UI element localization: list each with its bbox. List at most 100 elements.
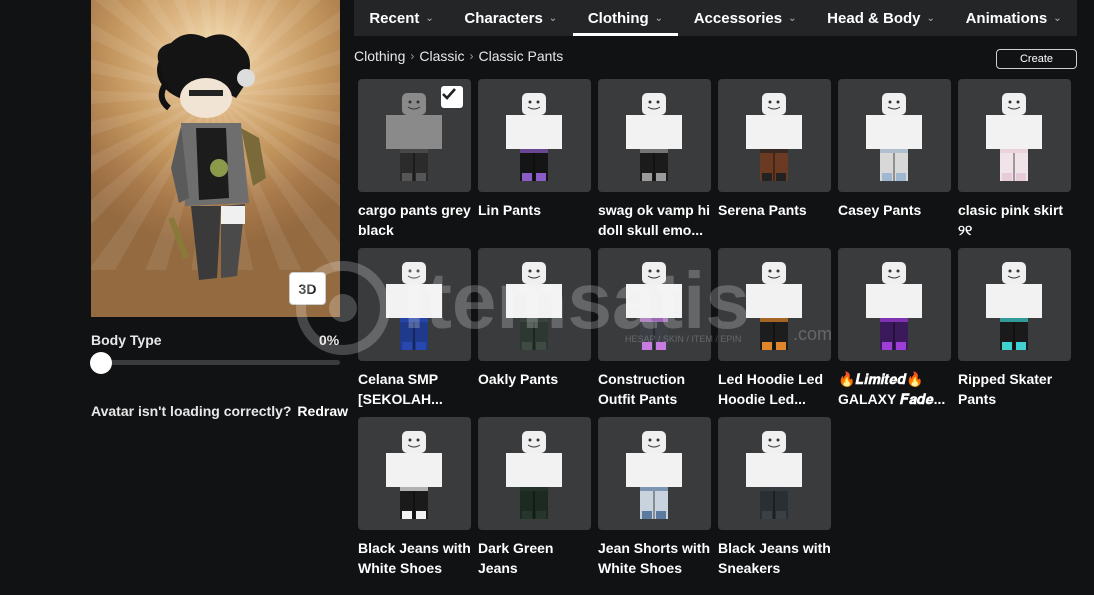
item-name[interactable]: Serena Pants bbox=[718, 200, 834, 220]
item-thumbnail[interactable] bbox=[718, 417, 831, 530]
body-type-value: 0% bbox=[319, 332, 340, 348]
item-name[interactable]: Jean Shorts with White Shoes bbox=[598, 538, 714, 578]
item-name[interactable]: clasic pink skirt ୨୧ bbox=[958, 200, 1074, 240]
item-name[interactable]: Black Jeans with Sneakers bbox=[718, 538, 834, 578]
item-name[interactable]: Celana SMP [SEKOLAH... bbox=[358, 369, 474, 409]
tab-label: Clothing bbox=[587, 9, 649, 27]
tab-accessories[interactable]: Accessories ⌄ bbox=[678, 0, 811, 36]
item-card[interactable]: Oakly Pants bbox=[478, 248, 591, 389]
avatar-thumbnail-icon bbox=[386, 262, 442, 350]
item-name[interactable]: Casey Pants bbox=[838, 200, 954, 220]
item-card[interactable]: Ripped Skater Pants bbox=[958, 248, 1071, 409]
avatar-loading-message: Avatar isn't loading correctly? Redraw bbox=[91, 403, 348, 419]
avatar-thumbnail-icon bbox=[626, 262, 682, 350]
body-type-slider-track[interactable] bbox=[91, 360, 340, 365]
item-name[interactable]: Dark Green Jeans bbox=[478, 538, 594, 578]
breadcrumb-item[interactable]: Clothing bbox=[354, 48, 405, 64]
item-card[interactable]: Black Jeans with White Shoes bbox=[358, 417, 471, 578]
chevron-right-icon: › bbox=[469, 49, 474, 63]
item-thumbnail[interactable] bbox=[358, 248, 471, 361]
item-card[interactable]: Lin Pants bbox=[478, 79, 591, 220]
item-name[interactable]: swag ok vamp hi doll skull emo... bbox=[598, 200, 714, 240]
item-card[interactable]: swag ok vamp hi doll skull emo... bbox=[598, 79, 711, 240]
avatar-thumbnail-icon bbox=[506, 262, 562, 350]
body-type-label: Body Type bbox=[91, 332, 162, 348]
chevron-down-icon: ⌄ bbox=[654, 12, 664, 24]
item-thumbnail[interactable] bbox=[598, 79, 711, 192]
loading-msg-text: Avatar isn't loading correctly? bbox=[91, 403, 292, 419]
avatar-thumbnail-icon bbox=[866, 262, 922, 350]
view-3d-button[interactable]: 3D bbox=[289, 272, 326, 305]
item-thumbnail[interactable] bbox=[478, 417, 591, 530]
item-thumbnail[interactable] bbox=[838, 79, 951, 192]
create-button[interactable]: Create bbox=[996, 49, 1077, 69]
avatar-thumbnail-icon bbox=[506, 93, 562, 181]
item-name[interactable]: Led Hoodie Led Hoodie Led... bbox=[718, 369, 834, 409]
tab-label: Accessories bbox=[693, 9, 783, 27]
chevron-right-icon: › bbox=[410, 49, 415, 63]
item-card[interactable]: Led Hoodie Led Hoodie Led... bbox=[718, 248, 831, 409]
chevron-down-icon: ⌄ bbox=[788, 12, 797, 24]
breadcrumb: Clothing › Classic › Classic Pants bbox=[354, 48, 563, 64]
breadcrumb-item[interactable]: Classic bbox=[419, 48, 464, 64]
item-card[interactable]: Casey Pants bbox=[838, 79, 951, 220]
item-name[interactable]: Ripped Skater Pants bbox=[958, 369, 1074, 409]
avatar-thumbnail-icon bbox=[746, 93, 802, 181]
tab-label: Animations bbox=[965, 9, 1048, 27]
category-nav: Recent ⌄ Characters ⌄ Clothing ⌄ Accessories ⌄ H… bbox=[354, 0, 1077, 36]
item-thumbnail[interactable] bbox=[598, 248, 711, 361]
tab-recent[interactable]: Recent ⌄ bbox=[354, 0, 449, 36]
item-card[interactable]: Jean Shorts with White Shoes bbox=[598, 417, 711, 578]
item-thumbnail[interactable] bbox=[958, 248, 1071, 361]
avatar-preview[interactable] bbox=[91, 0, 340, 317]
item-name[interactable]: 🔥𝑳𝒊𝒎𝒊𝒕𝒆𝒅🔥 GALAXY 𝑭𝒂𝒅𝒆... bbox=[838, 369, 954, 409]
avatar-thumbnail-icon bbox=[866, 93, 922, 181]
item-card[interactable]: clasic pink skirt ୨୧ bbox=[958, 79, 1071, 240]
item-name[interactable]: cargo pants grey black bbox=[358, 200, 474, 240]
chevron-down-icon: ⌄ bbox=[425, 12, 434, 24]
item-thumbnail[interactable] bbox=[838, 248, 951, 361]
avatar-thumbnail-icon bbox=[746, 262, 802, 350]
chevron-down-icon: ⌄ bbox=[548, 12, 558, 24]
avatar-thumbnail-icon bbox=[986, 262, 1042, 350]
item-name[interactable]: Lin Pants bbox=[478, 200, 594, 220]
tab-label: Characters bbox=[464, 9, 543, 27]
item-card[interactable]: Black Jeans with Sneakers bbox=[718, 417, 831, 578]
tab-animations[interactable]: Animations ⌄ bbox=[950, 0, 1077, 36]
breadcrumb-item[interactable]: Classic Pants bbox=[479, 48, 564, 64]
avatar-thumbnail-icon bbox=[746, 431, 802, 519]
item-name[interactable]: Construction Outfit Pants bbox=[598, 369, 714, 409]
item-card[interactable]: Serena Pants bbox=[718, 79, 831, 220]
item-card[interactable]: Construction Outfit Pants bbox=[598, 248, 711, 409]
item-thumbnail[interactable] bbox=[358, 79, 471, 192]
item-card[interactable]: cargo pants grey black bbox=[358, 79, 471, 240]
avatar-thumbnail-icon bbox=[626, 93, 682, 181]
tab-characters[interactable]: Characters ⌄ bbox=[449, 0, 572, 36]
item-card[interactable]: Celana SMP [SEKOLAH... bbox=[358, 248, 471, 409]
chevron-down-icon: ⌄ bbox=[926, 12, 935, 24]
avatar-thumbnail-icon bbox=[386, 431, 442, 519]
tab-head-body[interactable]: Head & Body ⌄ bbox=[812, 0, 950, 36]
avatar-thumbnail-icon bbox=[626, 431, 682, 519]
avatar-thumbnail-icon bbox=[506, 431, 562, 519]
item-thumbnail[interactable] bbox=[478, 248, 591, 361]
chevron-down-icon: ⌄ bbox=[1053, 12, 1062, 24]
item-thumbnail[interactable] bbox=[958, 79, 1071, 192]
item-name[interactable]: Black Jeans with White Shoes bbox=[358, 538, 474, 578]
item-card[interactable]: Dark Green Jeans bbox=[478, 417, 591, 578]
item-thumbnail[interactable] bbox=[718, 248, 831, 361]
avatar-thumbnail-icon bbox=[986, 93, 1042, 181]
avatar-figure bbox=[157, 34, 266, 280]
redraw-link[interactable]: Redraw bbox=[297, 403, 348, 419]
tab-label: Head & Body bbox=[827, 9, 921, 27]
item-thumbnail[interactable] bbox=[718, 79, 831, 192]
item-name[interactable]: Oakly Pants bbox=[478, 369, 594, 389]
tab-clothing[interactable]: Clothing ⌄ bbox=[572, 0, 679, 36]
checkmark-icon[interactable] bbox=[441, 86, 463, 108]
item-card[interactable]: 🔥𝑳𝒊𝒎𝒊𝒕𝒆𝒅🔥 GALAXY 𝑭𝒂𝒅𝒆... bbox=[838, 248, 951, 409]
item-thumbnail[interactable] bbox=[358, 417, 471, 530]
item-thumbnail[interactable] bbox=[478, 79, 591, 192]
tab-label: Recent bbox=[369, 9, 420, 27]
item-thumbnail[interactable] bbox=[598, 417, 711, 530]
body-type-slider-thumb[interactable] bbox=[90, 352, 112, 374]
